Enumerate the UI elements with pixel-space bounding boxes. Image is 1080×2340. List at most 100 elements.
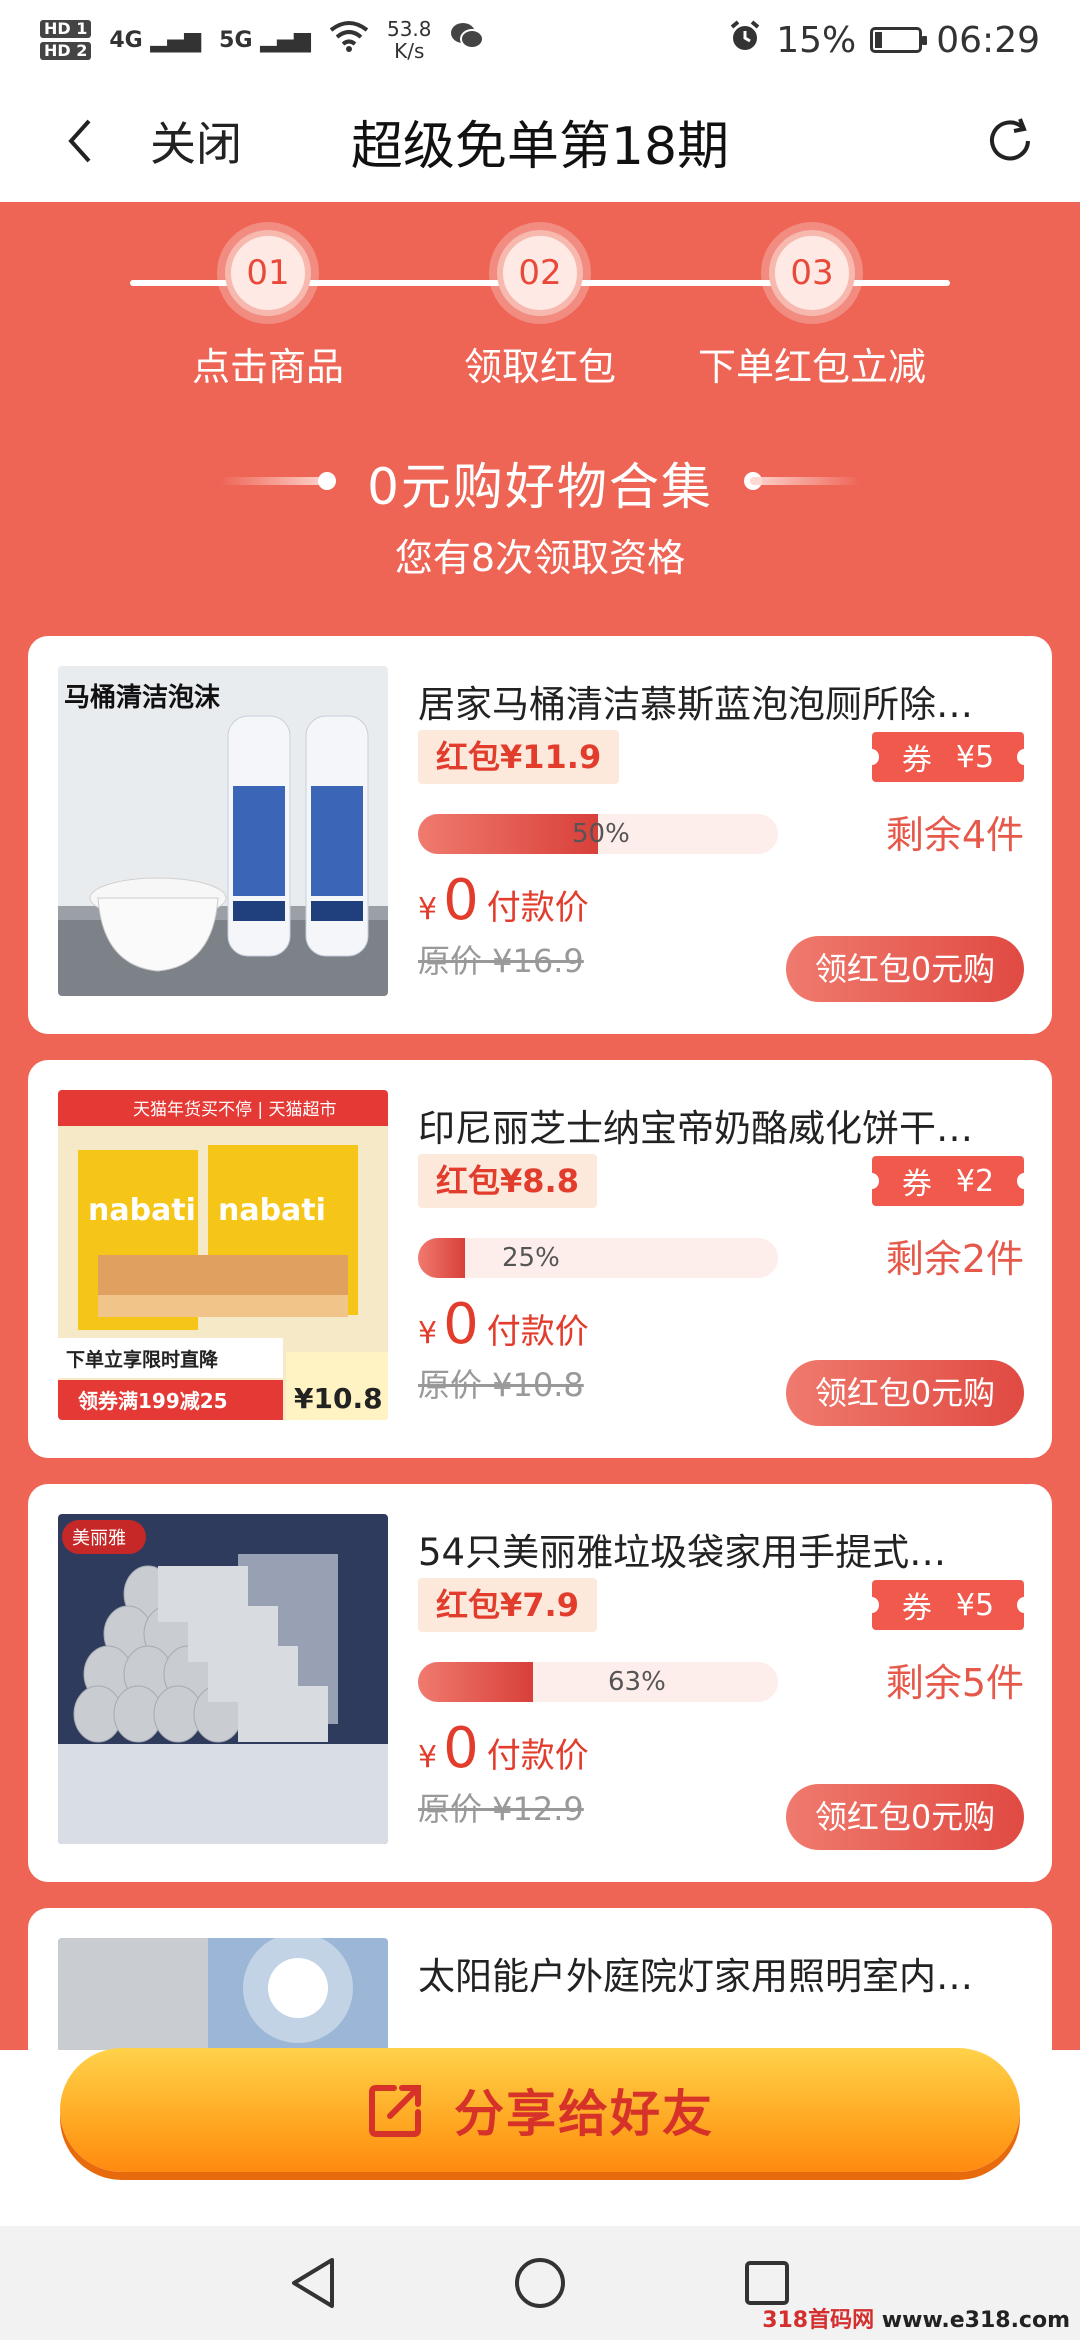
network-speed: 53.8 K/s <box>386 17 432 63</box>
collection-title: 0元购好物合集 <box>367 458 713 516</box>
product-image[interactable]: 美丽雅 <box>58 1514 388 1844</box>
progress-fill <box>418 1238 465 1278</box>
original-price: 原价 ¥10.8 <box>418 1366 584 1404</box>
price-row: ¥ 0 付款价 <box>418 1292 589 1357</box>
step-3: 03 下单红包立减 <box>682 230 942 391</box>
clock: 06:29 <box>936 19 1040 61</box>
remaining-stock: 剩余5件 <box>885 1661 1024 1705</box>
price-label: 付款价 <box>486 888 589 928</box>
share-area: 分享给好友 <box>60 2048 1020 2178</box>
battery-icon <box>870 27 928 53</box>
wifi-icon <box>329 20 369 61</box>
back-button[interactable] <box>50 111 110 171</box>
price-currency: ¥ <box>418 1740 438 1775</box>
triangle-back-icon <box>292 2258 335 2308</box>
signal-5g-icon: 5G ▂▄▆ <box>219 27 311 53</box>
coupon-label: 券 <box>901 1167 932 1202</box>
coupon-value: ¥5 <box>955 739 995 775</box>
progress-bar: 50% <box>418 814 778 854</box>
product-card[interactable]: 美丽雅 54只美丽雅垃圾袋家用手提式… 红包¥7.9 券 ¥5 63% 剩余5件… <box>28 1484 1052 1882</box>
product-image[interactable]: 马桶清洁泡沫 <box>58 666 388 996</box>
status-left: HD 1 HD 2 4G ▂▄▆ 5G ▂▄▆ 53.8 K/s <box>40 18 484 62</box>
step-2: 02 领取红包 <box>410 230 670 391</box>
coupon-badge: 券 ¥5 <box>865 1580 1031 1630</box>
steps-bar: 01 点击商品 02 领取红包 03 下单红包立减 <box>0 202 1080 402</box>
step-1: 01 点击商品 <box>138 230 398 391</box>
image-brand: nabati <box>88 1193 196 1228</box>
status-right: 15% 06:29 <box>728 19 1040 62</box>
claim-button[interactable]: 领红包0元购 <box>786 1784 1024 1850</box>
product-image-text: 马桶清洁泡沫 <box>64 682 221 713</box>
progress-bar: 25% <box>418 1238 778 1278</box>
alarm-icon <box>728 19 762 62</box>
coupon-value: ¥2 <box>955 1163 995 1199</box>
product-image[interactable] <box>58 1938 388 2050</box>
wechat-icon <box>450 21 484 59</box>
close-button[interactable]: 关闭 <box>150 108 242 174</box>
image-coupon: 领券满199减25 <box>78 1389 228 1413</box>
original-price: 原价 ¥16.9 <box>418 942 584 980</box>
coupon-label: 券 <box>901 1591 932 1626</box>
signal-4g-icon: 4G ▂▄▆ <box>109 27 202 53</box>
product-title[interactable]: 居家马桶清洁慕斯蓝泡泡厕所除… <box>418 674 1018 728</box>
product-card[interactable]: 太阳能户外庭院灯家用照明室内… <box>28 1908 1052 2050</box>
product-card[interactable]: 天猫年货买不停 | 天猫超市 nabati nabati 下单立享限时直降 领券… <box>28 1060 1052 1458</box>
refresh-button[interactable] <box>980 111 1040 171</box>
title-decoration-right <box>750 477 860 485</box>
progress-bar: 63% <box>418 1662 778 1702</box>
remaining-stock: 剩余2件 <box>885 1237 1024 1281</box>
system-back-button[interactable] <box>283 2253 343 2313</box>
system-home-button[interactable] <box>510 2253 570 2313</box>
share-icon <box>369 2085 421 2137</box>
image-price: ¥10.8 <box>294 1382 383 1415</box>
step-label: 领取红包 <box>463 345 616 389</box>
coupon-label: 券 <box>901 743 932 778</box>
step-label: 点击商品 <box>191 345 344 389</box>
collection-subtitle: 您有8次领取资格 <box>394 536 686 580</box>
price-currency: ¥ <box>418 1316 438 1351</box>
red-packet-badge: 红包¥11.9 <box>418 730 620 784</box>
claim-button[interactable]: 领红包0元购 <box>786 1360 1024 1426</box>
nav-bar: 关闭 超级免单第18期 <box>0 80 1080 202</box>
step-number: 02 <box>497 230 583 316</box>
image-promo: 下单立享限时直降 <box>66 1348 219 1371</box>
image-banner: 天猫年货买不停 | 天猫超市 <box>133 1100 337 1120</box>
hd2-badge: HD 2 <box>40 42 92 60</box>
progress-text: 25% <box>502 1243 560 1273</box>
remaining-stock: 剩余4件 <box>885 813 1024 857</box>
price-label: 付款价 <box>486 1312 589 1352</box>
red-packet-badge: 红包¥8.8 <box>418 1154 597 1208</box>
status-bar: HD 1 HD 2 4G ▂▄▆ 5G ▂▄▆ 53.8 K/s 15% 06:… <box>0 0 1080 80</box>
product-image[interactable]: 天猫年货买不停 | 天猫超市 nabati nabati 下单立享限时直降 领券… <box>58 1090 388 1420</box>
refresh-icon <box>990 118 1030 161</box>
step-label: 下单红包立减 <box>697 345 926 389</box>
product-title[interactable]: 54只美丽雅垃圾袋家用手提式… <box>418 1522 1018 1576</box>
product-title[interactable]: 太阳能户外庭院灯家用照明室内… <box>418 1946 1018 2000</box>
product-card[interactable]: 马桶清洁泡沫 居家马桶清洁慕斯蓝泡泡厕所除… 红包¥11.9 券 ¥5 50% 剩… <box>28 636 1052 1034</box>
square-recents-icon <box>744 2261 789 2305</box>
share-label: 分享给好友 <box>454 2085 714 2143</box>
price-value: 0 <box>443 1716 479 1781</box>
claim-button[interactable]: 领红包0元购 <box>786 936 1024 1002</box>
chevron-left-icon <box>68 119 91 163</box>
circle-home-icon <box>514 2258 565 2308</box>
main-content[interactable]: 01 点击商品 02 领取红包 03 下单红包立减 0元购好物合集 您有8次领取… <box>0 202 1080 2050</box>
hd-indicators: HD 1 HD 2 <box>40 20 92 60</box>
hd1-badge: HD 1 <box>40 20 92 38</box>
step-number: 03 <box>769 230 855 316</box>
price-label: 付款价 <box>486 1736 589 1776</box>
progress-fill <box>418 814 598 854</box>
coupon-badge: 券 ¥5 <box>865 732 1031 782</box>
watermark: 318首码网 www.e318.com <box>762 2308 1070 2333</box>
step-number: 01 <box>225 230 311 316</box>
battery-percent: 15% <box>776 19 857 61</box>
progress-fill <box>418 1662 534 1702</box>
share-button[interactable]: 分享给好友 <box>60 2048 1020 2172</box>
image-brand: 美丽雅 <box>72 1528 126 1549</box>
price-row: ¥ 0 付款价 <box>418 1716 589 1781</box>
price-row: ¥ 0 付款价 <box>418 868 589 933</box>
product-title[interactable]: 印尼丽芝士纳宝帝奶酪威化饼干… <box>418 1098 1018 1152</box>
original-price: 原价 ¥12.9 <box>418 1790 584 1828</box>
image-brand-2: nabati <box>218 1193 326 1228</box>
price-value: 0 <box>443 868 479 933</box>
